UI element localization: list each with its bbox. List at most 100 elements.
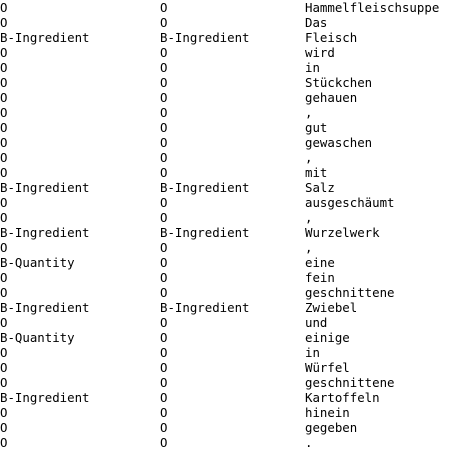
token-cell: in <box>305 345 320 360</box>
token-cell: Kartoffeln <box>305 390 380 405</box>
output-row: O Omit <box>0 165 464 180</box>
predicted-label-cell: O <box>160 345 168 360</box>
gold-label-cell: O <box>0 75 8 90</box>
predicted-label-cell: O <box>160 240 168 255</box>
output-row: O O, <box>0 150 464 165</box>
gold-label-cell: O <box>0 15 8 30</box>
predicted-label-cell: O <box>160 405 168 420</box>
output-row: O Ogewaschen <box>0 135 464 150</box>
output-row: O O Stückchen <box>0 75 464 90</box>
output-row: O Ohinein <box>0 405 464 420</box>
output-row: B-Ingredient B-Ingredient Salz <box>0 180 464 195</box>
predicted-label-cell: B-Ingredient <box>160 30 250 45</box>
token-cell: gut <box>305 120 328 135</box>
output-row: O O, <box>0 105 464 120</box>
token-cell: , <box>305 240 313 255</box>
gold-label-cell: O <box>0 165 8 180</box>
predicted-label-cell: O <box>160 210 168 225</box>
token-cell: , <box>305 105 313 120</box>
predicted-label-cell: O <box>160 120 168 135</box>
token-cell: und <box>305 315 328 330</box>
output-row: O Ofein <box>0 270 464 285</box>
gold-label-cell: O <box>0 0 8 15</box>
predicted-label-cell: O <box>160 45 168 60</box>
token-cell: gehauen <box>305 90 358 105</box>
token-cell: Stückchen <box>305 75 373 90</box>
gold-label-cell: O <box>0 105 8 120</box>
output-row: O Ound <box>0 315 464 330</box>
gold-label-cell: B-Ingredient <box>0 30 90 45</box>
output-row: B-Quantity Oeine <box>0 255 464 270</box>
token-cell: einige <box>305 330 350 345</box>
predicted-label-cell: O <box>160 330 168 345</box>
predicted-label-cell: O <box>160 75 168 90</box>
output-row: O O Hammelfleischsuppe <box>0 0 464 15</box>
terminal-output: O O Hammelfleischsuppe O O Das B-Ingredient B-I… <box>0 0 464 450</box>
token-cell: hinein <box>305 405 350 420</box>
token-cell: ausgeschäumt <box>305 195 395 210</box>
output-row: O O, <box>0 240 464 255</box>
predicted-label-cell: O <box>160 105 168 120</box>
gold-label-cell: B-Ingredient <box>0 300 90 315</box>
gold-label-cell: B-Ingredient <box>0 390 90 405</box>
token-cell: Hammelfleischsuppe <box>305 0 440 15</box>
predicted-label-cell: O <box>160 360 168 375</box>
predicted-label-cell: O <box>160 90 168 105</box>
output-row: O Oin <box>0 60 464 75</box>
token-cell: Fleisch <box>305 30 358 45</box>
predicted-label-cell: O <box>160 60 168 75</box>
predicted-label-cell: B-Ingredient <box>160 180 250 195</box>
gold-label-cell: B-Quantity <box>0 330 75 345</box>
output-row: O O, <box>0 210 464 225</box>
output-row: O Oausgeschäumt <box>0 195 464 210</box>
output-row: B-Quantity Oeinige <box>0 330 464 345</box>
token-cell: gewaschen <box>305 135 373 150</box>
predicted-label-cell: O <box>160 165 168 180</box>
output-row: O Ogegeben <box>0 420 464 435</box>
token-cell: geschnittene <box>305 285 395 300</box>
token-cell: Salz <box>305 180 335 195</box>
gold-label-cell: O <box>0 360 8 375</box>
output-row: B-Ingredient B-Ingredient Wurzelwerk <box>0 225 464 240</box>
gold-label-cell: O <box>0 195 8 210</box>
gold-label-cell: O <box>0 375 8 390</box>
predicted-label-cell: O <box>160 15 168 30</box>
predicted-label-cell: O <box>160 375 168 390</box>
token-cell: . <box>305 435 313 450</box>
gold-label-cell: B-Ingredient <box>0 225 90 240</box>
gold-label-cell: O <box>0 315 8 330</box>
gold-label-cell: O <box>0 240 8 255</box>
gold-label-cell: O <box>0 120 8 135</box>
gold-label-cell: O <box>0 90 8 105</box>
gold-label-cell: O <box>0 135 8 150</box>
token-cell: Zwiebel <box>305 300 358 315</box>
predicted-label-cell: B-Ingredient <box>160 225 250 240</box>
predicted-label-cell: O <box>160 390 168 405</box>
gold-label-cell: O <box>0 405 8 420</box>
token-cell: in <box>305 60 320 75</box>
gold-label-cell: O <box>0 150 8 165</box>
output-row: O Ogut <box>0 120 464 135</box>
predicted-label-cell: O <box>160 0 168 15</box>
gold-label-cell: O <box>0 270 8 285</box>
token-cell: Wurzelwerk <box>305 225 380 240</box>
output-row: B-Ingredient O Kartoffeln <box>0 390 464 405</box>
predicted-label-cell: O <box>160 315 168 330</box>
output-row: O Oin <box>0 345 464 360</box>
predicted-label-cell: O <box>160 420 168 435</box>
token-cell: wird <box>305 45 335 60</box>
predicted-label-cell: O <box>160 255 168 270</box>
token-cell: , <box>305 210 313 225</box>
output-row: O Ogeschnittene <box>0 285 464 300</box>
gold-label-cell: O <box>0 435 8 450</box>
gold-label-cell: O <box>0 285 8 300</box>
gold-label-cell: O <box>0 45 8 60</box>
output-row: O O Würfel <box>0 360 464 375</box>
output-row: O O. <box>0 435 464 450</box>
predicted-label-cell: O <box>160 195 168 210</box>
gold-label-cell: B-Ingredient <box>0 180 90 195</box>
predicted-label-cell: O <box>160 285 168 300</box>
gold-label-cell: B-Quantity <box>0 255 75 270</box>
token-cell: Das <box>305 15 328 30</box>
token-cell: eine <box>305 255 335 270</box>
